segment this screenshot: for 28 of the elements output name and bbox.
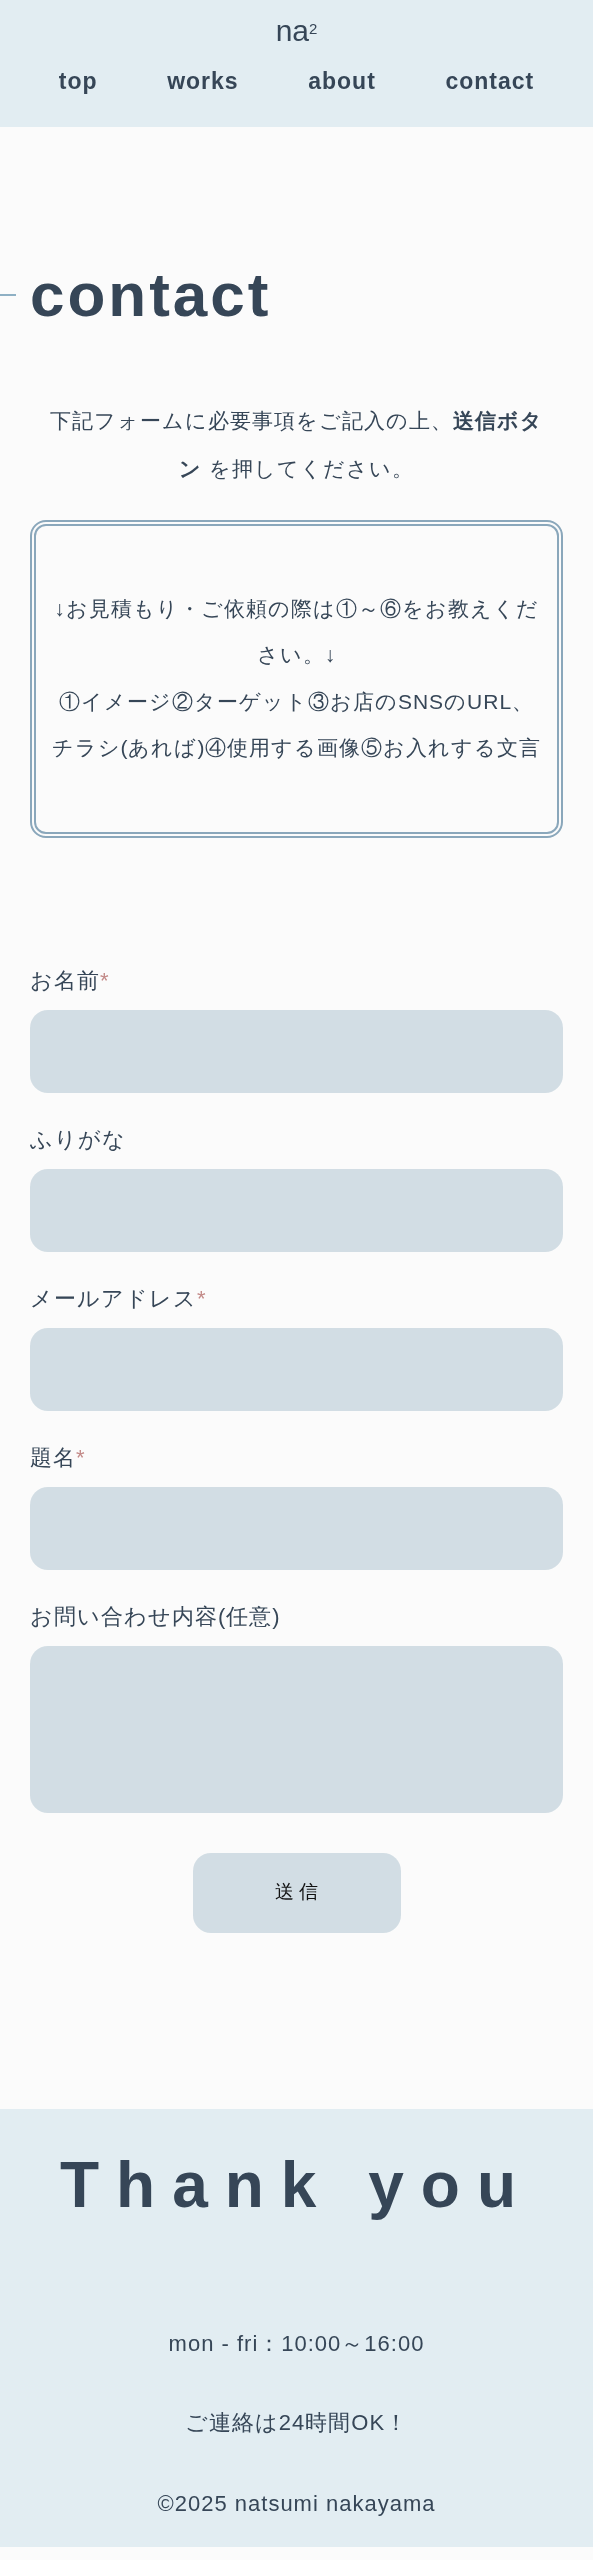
required-asterisk: * — [76, 1444, 86, 1470]
contact-note: ご連絡は24時間OK！ — [184, 2409, 409, 2438]
nav-link[interactable]: works — [167, 64, 239, 99]
nav-link[interactable]: top — [58, 64, 98, 99]
required-asterisk: * — [197, 1285, 207, 1311]
input-field[interactable] — [30, 1327, 563, 1411]
copyright-text: ©2025 natsumi nakayama — [157, 2490, 436, 2519]
field-label: ふりがな — [30, 1126, 126, 1152]
field-label: メールアドレス — [30, 1285, 197, 1311]
hours-text: mon - fri：10:00～16:00 — [168, 2330, 425, 2359]
nav-link[interactable]: contact — [445, 64, 535, 99]
intro-text: 下記フォームに必要事項をご記入の上、送信ボタン を押してください。 — [49, 408, 544, 483]
input-field[interactable] — [30, 1486, 563, 1570]
submit-button[interactable]: 送 信 — [192, 1852, 401, 1933]
footer-heading: Thank you — [60, 2147, 533, 2223]
input-field[interactable] — [30, 1168, 563, 1252]
page-title: contact — [30, 264, 272, 326]
nav-link[interactable]: about — [308, 64, 376, 99]
logo[interactable]: na$^{2}$ — [0, 14, 593, 48]
required-asterisk: * — [100, 967, 110, 993]
field-label: お名前 — [30, 967, 100, 993]
field-label: 題名 — [30, 1444, 76, 1470]
notice-text: ↓お見積もり・ご依頼の際は①～⑥をお教えください。↓ — [53, 596, 540, 669]
input-field[interactable] — [30, 1009, 563, 1093]
field-label: お問い合わせ内容(任意) — [30, 1603, 281, 1629]
title-accent-line — [0, 294, 16, 296]
textarea-field[interactable] — [30, 1645, 563, 1813]
notice-text: ①イメージ②ターゲット③お店のSNSのURL、チラシ(あれば)④使用する画像⑤お入れする文言 — [50, 688, 543, 761]
